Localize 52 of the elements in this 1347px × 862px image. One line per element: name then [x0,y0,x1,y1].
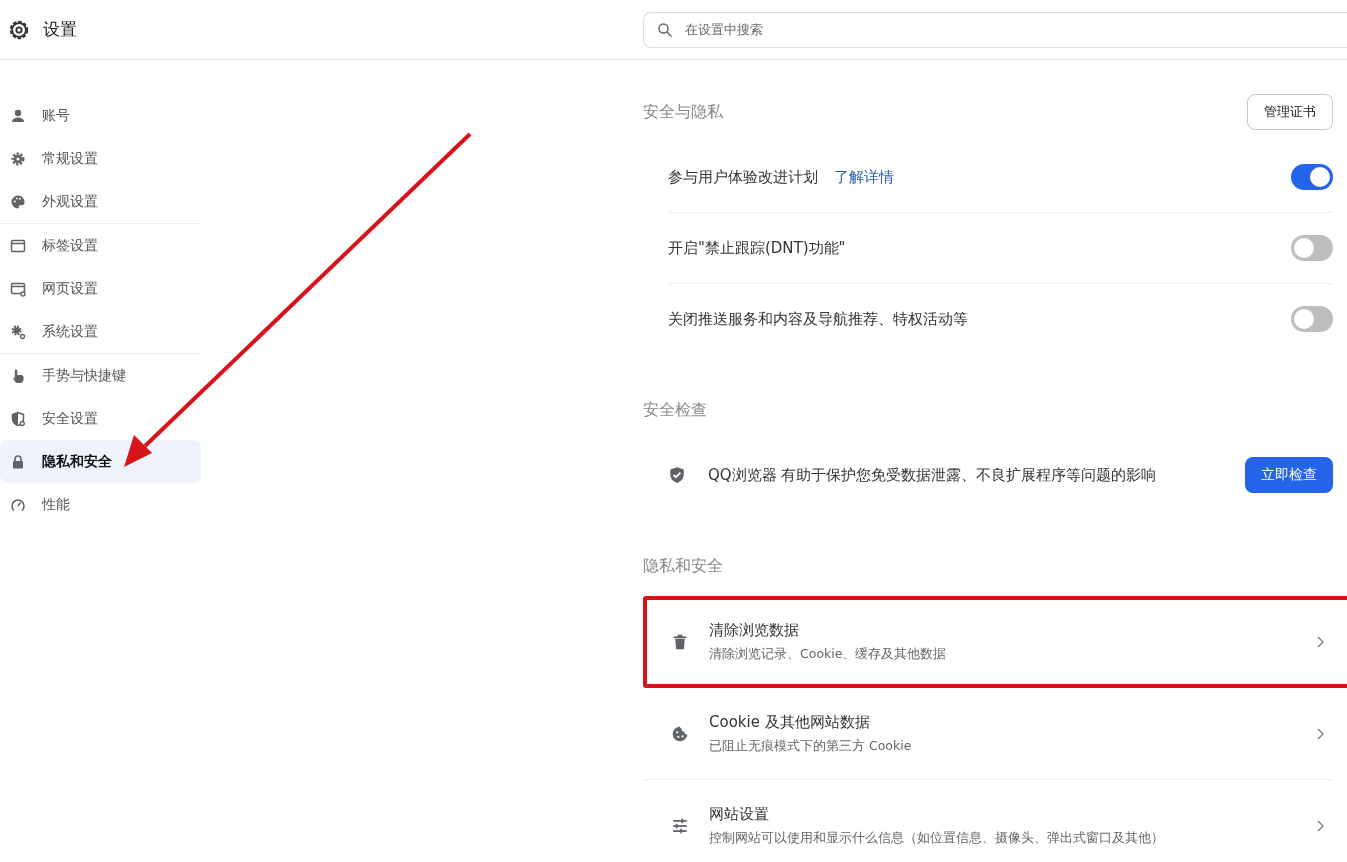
section-title: 安全检查 [643,399,707,421]
sidebar-item[interactable]: 性能 [0,483,201,526]
section-title: 安全与隐私 [643,101,723,123]
sidebar-item[interactable]: 账号 [0,94,201,137]
sidebar-item[interactable]: 网页设置 [0,267,201,310]
shield-icon [10,410,26,427]
toggle-switch[interactable] [1291,306,1333,332]
setting-label: 关闭推送服务和内容及导航推荐、特权活动等 [668,309,968,329]
sidebar-item[interactable]: 手势与快捷键 [0,354,201,397]
sidebar-item[interactable]: 安全设置 [0,397,201,440]
chevron-right-icon [1315,727,1325,740]
security-check-text: QQ浏览器 有助于保护您免受数据泄露、不良扩展程序等问题的影响 [708,465,1157,485]
chevron-right-icon [1315,820,1325,832]
row-title: 网站设置 [709,805,770,824]
row-description: 控制网站可以使用和显示什么信息（如位置信息、摄像头、弹出式窗口及其他） [709,830,1164,847]
toggle-switch[interactable] [1291,164,1333,190]
palette-icon [10,193,26,210]
lock-icon [10,453,26,470]
setting-label: 开启"禁止跟踪(DNT)功能" [668,238,846,258]
manage-certificates-button[interactable]: 管理证书 [1247,94,1333,130]
check-now-button[interactable]: 立即检查 [1245,457,1333,493]
sidebar-item[interactable]: 常规设置 [0,137,201,180]
trash-icon [671,633,689,651]
gauge-icon [10,496,26,513]
toggle-switch[interactable] [1291,235,1333,261]
gears-icon [10,323,26,340]
settings-link-row[interactable]: Cookie 及其他网站数据 已阻止无痕模式下的第三方 Cookie [643,688,1333,780]
row-description: 已阻止无痕模式下的第三方 Cookie [709,737,912,755]
pointing-hand-icon [10,367,26,384]
page-title: 设置 [43,18,77,41]
sidebar-item[interactable]: 标签设置 [0,224,201,267]
row-description: 清除浏览记录、Cookie、缓存及其他数据 [709,646,947,663]
settings-link-row[interactable]: 清除浏览数据 清除浏览记录、Cookie、缓存及其他数据 [643,596,1347,688]
search-icon [657,21,673,38]
gear-icon [10,150,26,167]
learn-more-link[interactable]: 了解详情 [834,167,894,187]
window-icon [10,237,26,254]
section-title: 隐私和安全 [643,555,723,577]
person-icon [10,107,26,124]
row-title: Cookie 及其他网站数据 [709,712,871,732]
browser-window-icon [10,280,26,297]
sidebar-item[interactable]: 隐私和安全 [0,440,201,483]
chevron-right-icon [1315,636,1325,648]
sidebar-item[interactable]: 外观设置 [0,180,201,223]
settings-link-row[interactable]: 网站设置 控制网站可以使用和显示什么信息（如位置信息、摄像头、弹出式窗口及其他） [643,780,1333,862]
shield-check-icon [668,466,686,484]
sidebar-item[interactable]: 系统设置 [0,310,201,353]
sliders-icon [671,817,689,835]
setting-label: 参与用户体验改进计划 [668,167,818,187]
row-title: 清除浏览数据 [709,621,800,640]
cookie-icon [671,724,689,743]
search-field[interactable]: 在设置中搜索 [643,11,1347,48]
